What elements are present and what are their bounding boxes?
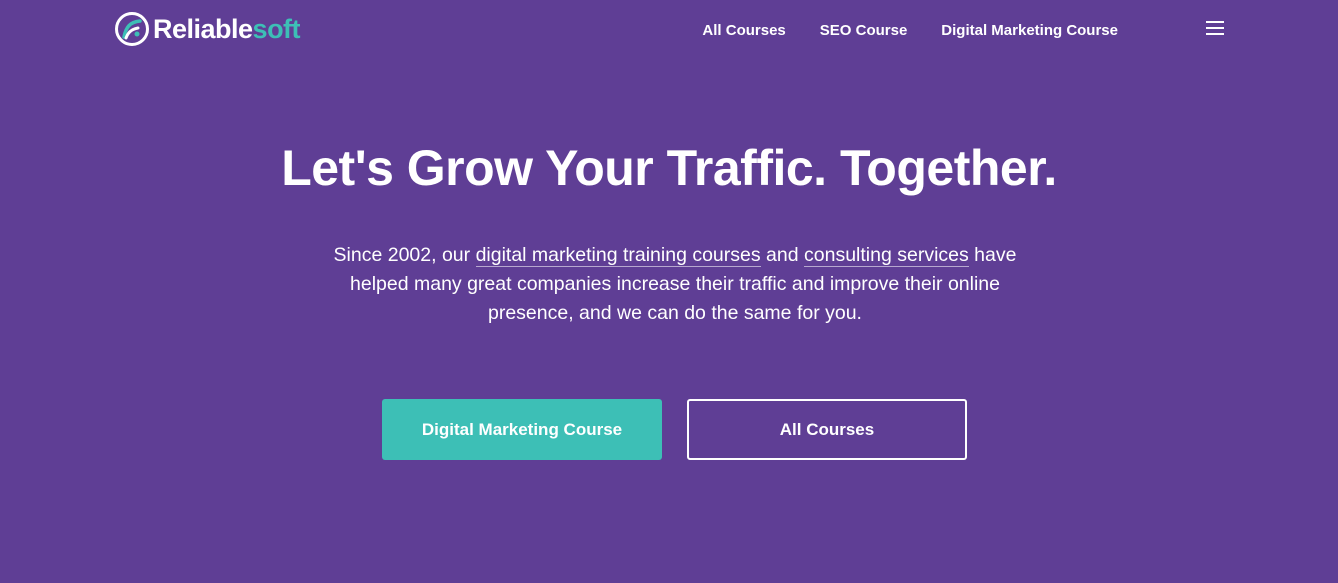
menu-bar <box>1206 21 1224 23</box>
hero-title: Let's Grow Your Traffic. Together. <box>281 140 1057 196</box>
digital-marketing-training-link[interactable]: digital marketing training courses <box>475 244 761 267</box>
nav-link-digital-marketing-course[interactable]: Digital Marketing Course <box>941 22 1118 39</box>
nav-link-all-courses[interactable]: All Courses <box>702 22 785 39</box>
logo-text-primary: Reliable <box>153 14 253 44</box>
menu-bar <box>1206 27 1224 29</box>
hero-text-part: and <box>760 244 804 266</box>
main-nav: All Courses SEO Course Digital Marketing… <box>702 20 1118 40</box>
logo[interactable]: Reliablesoft <box>115 11 301 47</box>
hero-description: Since 2002, our digital marketing traini… <box>319 241 1031 328</box>
hero-text-part: Since 2002, our <box>333 244 476 266</box>
consulting-services-link[interactable]: consulting services <box>804 244 969 267</box>
logo-text: Reliablesoft <box>153 11 301 47</box>
hamburger-menu-icon[interactable] <box>1206 21 1224 35</box>
logo-text-secondary: soft <box>252 14 301 44</box>
reliablesoft-logo-icon <box>115 12 149 46</box>
digital-marketing-course-button[interactable]: Digital Marketing Course <box>382 399 662 460</box>
all-courses-button[interactable]: All Courses <box>687 399 967 460</box>
nav-link-seo-course[interactable]: SEO Course <box>820 22 908 39</box>
page: Reliablesoft All Courses SEO Course Digi… <box>0 0 1338 583</box>
menu-bar <box>1206 33 1224 35</box>
